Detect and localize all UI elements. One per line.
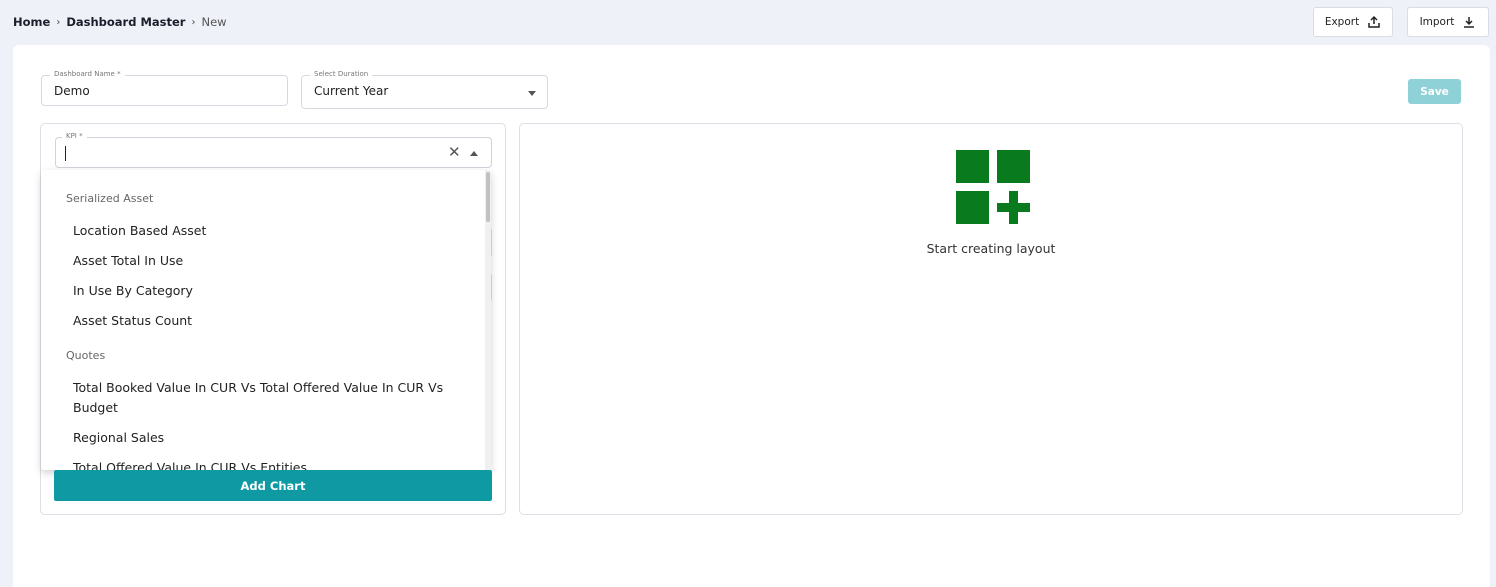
- kpi-dropdown: Serialized Asset Location Based Asset As…: [41, 170, 491, 470]
- duration-label: Select Duration: [310, 70, 373, 78]
- import-button[interactable]: Import: [1407, 7, 1489, 37]
- text-cursor: [65, 146, 66, 161]
- dashboard-name-value: Demo: [54, 84, 90, 98]
- add-layout-icon: [956, 150, 1030, 224]
- option-asset-total-in-use[interactable]: Asset Total In Use: [41, 246, 481, 276]
- close-icon[interactable]: ✕: [448, 144, 461, 161]
- chevron-up-icon[interactable]: [470, 151, 478, 156]
- breadcrumb: Home › Dashboard Master › New: [13, 15, 227, 29]
- option-location-based-asset[interactable]: Location Based Asset: [41, 213, 481, 246]
- option-group-serialized-asset: Serialized Asset: [66, 191, 154, 205]
- breadcrumb-current: New: [201, 15, 227, 29]
- option-in-use-by-category[interactable]: In Use By Category: [41, 276, 481, 306]
- import-label: Import: [1419, 16, 1455, 28]
- option-total-offered-vs-entities[interactable]: Total Offered Value In CUR Vs Entities: [41, 453, 481, 470]
- option-asset-status-count[interactable]: Asset Status Count: [41, 306, 481, 336]
- chevron-down-icon: [528, 91, 536, 96]
- breadcrumb-separator: ›: [191, 16, 196, 28]
- dropdown-scrollbar[interactable]: [485, 170, 491, 470]
- download-icon: [1464, 17, 1475, 28]
- duration-value: Current Year: [314, 84, 389, 98]
- kpi-option-list: Serialized Asset Location Based Asset As…: [41, 170, 481, 471]
- option-total-booked-vs-offered-vs-budget[interactable]: Total Booked Value In CUR Vs Total Offer…: [41, 370, 481, 423]
- breadcrumb-separator: ›: [56, 16, 61, 28]
- dashboard-name-label: Dashboard Name *: [50, 70, 125, 78]
- add-chart-button[interactable]: Add Chart: [54, 470, 492, 501]
- kpi-label: KPI *: [62, 132, 87, 140]
- export-label: Export: [1324, 16, 1360, 28]
- scrollbar-thumb[interactable]: [486, 172, 490, 222]
- upload-icon: [1368, 15, 1380, 28]
- option-regional-sales[interactable]: Regional Sales: [41, 423, 481, 453]
- duration-select[interactable]: Select Duration Current Year: [301, 70, 548, 109]
- export-button[interactable]: Export: [1313, 7, 1393, 37]
- breadcrumb-dashboard-master[interactable]: Dashboard Master: [66, 15, 185, 29]
- option-group-quotes: Quotes: [66, 348, 106, 362]
- save-button[interactable]: Save: [1408, 79, 1461, 104]
- top-bar: Home › Dashboard Master › New Export Imp…: [0, 0, 1496, 44]
- kpi-input[interactable]: KPI * ✕: [55, 132, 492, 168]
- breadcrumb-home[interactable]: Home: [13, 15, 50, 29]
- empty-layout-text: Start creating layout: [926, 241, 1056, 256]
- dashboard-name-field[interactable]: Dashboard Name * Demo: [41, 70, 288, 106]
